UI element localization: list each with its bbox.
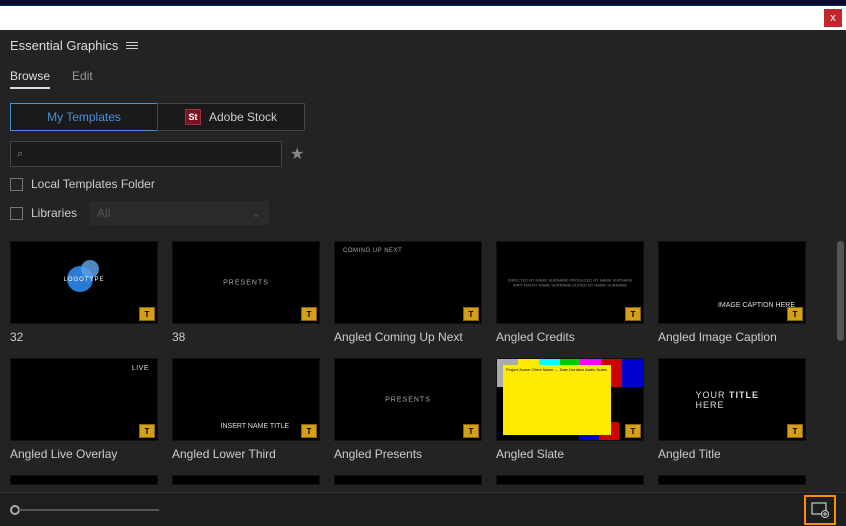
mogrt-badge-icon: T bbox=[301, 307, 317, 321]
adobe-stock-icon: St bbox=[185, 109, 201, 125]
new-layer-button[interactable] bbox=[804, 495, 836, 525]
thumb-text: LIVE bbox=[132, 365, 149, 372]
source-adobe-stock[interactable]: St Adobe Stock bbox=[157, 103, 305, 131]
template-thumb-live[interactable]: LIVE T bbox=[10, 358, 158, 441]
local-folder-label: Local Templates Folder bbox=[31, 177, 155, 191]
template-thumb-partial[interactable] bbox=[658, 475, 806, 485]
mogrt-badge-icon: T bbox=[463, 424, 479, 438]
mogrt-badge-icon: T bbox=[787, 307, 803, 321]
new-layer-icon bbox=[811, 502, 829, 518]
source-tabs: My Templates St Adobe Stock bbox=[0, 89, 846, 141]
thumb-text: PRESENTS bbox=[385, 396, 431, 403]
thumb-text: IMAGE CAPTION HERE bbox=[718, 302, 795, 309]
chevron-down-icon: ⌄ bbox=[251, 206, 261, 220]
template-item: INSERT NAME TITLE T Angled Lower Third bbox=[172, 358, 320, 461]
libraries-checkbox[interactable] bbox=[10, 207, 23, 220]
thumb-text: YOUR TITLE HERE bbox=[696, 390, 769, 410]
slate-info: Project Name Client Name — Date Duration… bbox=[503, 365, 611, 435]
tab-edit[interactable]: Edit bbox=[72, 65, 93, 89]
logo-shape bbox=[81, 260, 99, 278]
template-item bbox=[496, 475, 644, 485]
template-label: Angled Coming Up Next bbox=[334, 330, 482, 344]
search-row: ⌕ ★ bbox=[0, 141, 846, 177]
libraries-dropdown-value: All bbox=[97, 206, 110, 220]
template-label: Angled Live Overlay bbox=[10, 447, 158, 461]
template-item bbox=[334, 475, 482, 485]
template-item bbox=[10, 475, 158, 485]
thumb-text: INSERT NAME TITLE bbox=[221, 423, 289, 430]
template-label: Angled Presents bbox=[334, 447, 482, 461]
local-folder-checkbox[interactable] bbox=[10, 178, 23, 191]
mogrt-badge-icon: T bbox=[139, 307, 155, 321]
panel-title: Essential Graphics bbox=[10, 38, 118, 53]
search-box[interactable]: ⌕ bbox=[10, 141, 282, 167]
bottom-bar bbox=[0, 492, 846, 526]
template-thumb-partial[interactable] bbox=[334, 475, 482, 485]
slider-track[interactable] bbox=[19, 509, 159, 511]
close-button[interactable]: x bbox=[824, 9, 842, 27]
search-input[interactable] bbox=[27, 147, 275, 161]
template-item: LIVE T Angled Live Overlay bbox=[10, 358, 158, 461]
template-thumb-partial[interactable] bbox=[10, 475, 158, 485]
source-my-templates[interactable]: My Templates bbox=[10, 103, 158, 131]
thumb-text: DIRECTED BY NAME SURNAME PRODUCED BY NAM… bbox=[504, 277, 635, 288]
thumb-text: COMING UP NEXT bbox=[343, 248, 402, 254]
template-item: Project Name Client Name — Date Duration… bbox=[496, 358, 644, 461]
template-item: PRESENTS T 38 bbox=[172, 241, 320, 344]
thumbnail-size-slider[interactable] bbox=[10, 505, 159, 515]
template-thumb-slate[interactable]: Project Name Client Name — Date Duration… bbox=[496, 358, 644, 441]
adobe-stock-label: Adobe Stock bbox=[209, 110, 277, 124]
template-item: PRESENTS T Angled Presents bbox=[334, 358, 482, 461]
libraries-dropdown[interactable]: All ⌄ bbox=[89, 201, 269, 225]
template-item bbox=[658, 475, 806, 485]
template-item: IMAGE CAPTION HERE T Angled Image Captio… bbox=[658, 241, 806, 344]
tab-browse[interactable]: Browse bbox=[10, 65, 50, 89]
template-thumb-credits[interactable]: DIRECTED BY NAME SURNAME PRODUCED BY NAM… bbox=[496, 241, 644, 324]
template-item: YOUR TITLE HERE T Angled Title bbox=[658, 358, 806, 461]
libraries-label: Libraries bbox=[31, 206, 77, 220]
template-thumb-caption[interactable]: IMAGE CAPTION HERE T bbox=[658, 241, 806, 324]
template-label: Angled Image Caption bbox=[658, 330, 806, 344]
template-label: Angled Lower Third bbox=[172, 447, 320, 461]
search-icon: ⌕ bbox=[17, 148, 23, 161]
filter-libraries: Libraries All ⌄ bbox=[10, 201, 836, 225]
mode-tabs: Browse Edit bbox=[0, 61, 846, 89]
template-label: Angled Credits bbox=[496, 330, 644, 344]
window-chrome: x bbox=[0, 6, 846, 30]
favorites-star-icon[interactable]: ★ bbox=[290, 144, 304, 164]
template-item: COMING UP NEXT T Angled Coming Up Next bbox=[334, 241, 482, 344]
panel-header: Essential Graphics bbox=[0, 30, 846, 61]
template-thumb-presents[interactable]: PRESENTS T bbox=[334, 358, 482, 441]
scrollbar-thumb[interactable] bbox=[837, 241, 844, 341]
filter-section: Local Templates Folder Libraries All ⌄ bbox=[0, 177, 846, 235]
template-label: 38 bbox=[172, 330, 320, 344]
mogrt-badge-icon: T bbox=[301, 424, 317, 438]
template-label: 32 bbox=[10, 330, 158, 344]
mogrt-badge-icon: T bbox=[625, 307, 641, 321]
template-thumb-38[interactable]: PRESENTS T bbox=[172, 241, 320, 324]
template-item: LOGOTYPE T 32 bbox=[10, 241, 158, 344]
template-grid-wrap: LOGOTYPE T 32 PRESENTS T 38 COMING UP NE… bbox=[0, 235, 846, 492]
mogrt-badge-icon: T bbox=[139, 424, 155, 438]
mogrt-badge-icon: T bbox=[463, 307, 479, 321]
template-label: Angled Title bbox=[658, 447, 806, 461]
thumb-text: LOGOTYPE bbox=[63, 277, 104, 283]
template-thumb-lower-third[interactable]: INSERT NAME TITLE T bbox=[172, 358, 320, 441]
template-thumb-32[interactable]: LOGOTYPE T bbox=[10, 241, 158, 324]
mogrt-badge-icon: T bbox=[787, 424, 803, 438]
thumb-text: PRESENTS bbox=[223, 279, 269, 286]
panel-menu-icon[interactable] bbox=[126, 42, 138, 49]
template-label: Angled Slate bbox=[496, 447, 644, 461]
template-thumb-coming-up[interactable]: COMING UP NEXT T bbox=[334, 241, 482, 324]
template-thumb-partial[interactable] bbox=[172, 475, 320, 485]
template-grid: LOGOTYPE T 32 PRESENTS T 38 COMING UP NE… bbox=[10, 241, 836, 485]
template-thumb-partial[interactable] bbox=[496, 475, 644, 485]
essential-graphics-panel: Essential Graphics Browse Edit My Templa… bbox=[0, 30, 846, 526]
template-item: DIRECTED BY NAME SURNAME PRODUCED BY NAM… bbox=[496, 241, 644, 344]
filter-local-folder: Local Templates Folder bbox=[10, 177, 836, 191]
template-thumb-title[interactable]: YOUR TITLE HERE T bbox=[658, 358, 806, 441]
template-item bbox=[172, 475, 320, 485]
mogrt-badge-icon: T bbox=[625, 424, 641, 438]
